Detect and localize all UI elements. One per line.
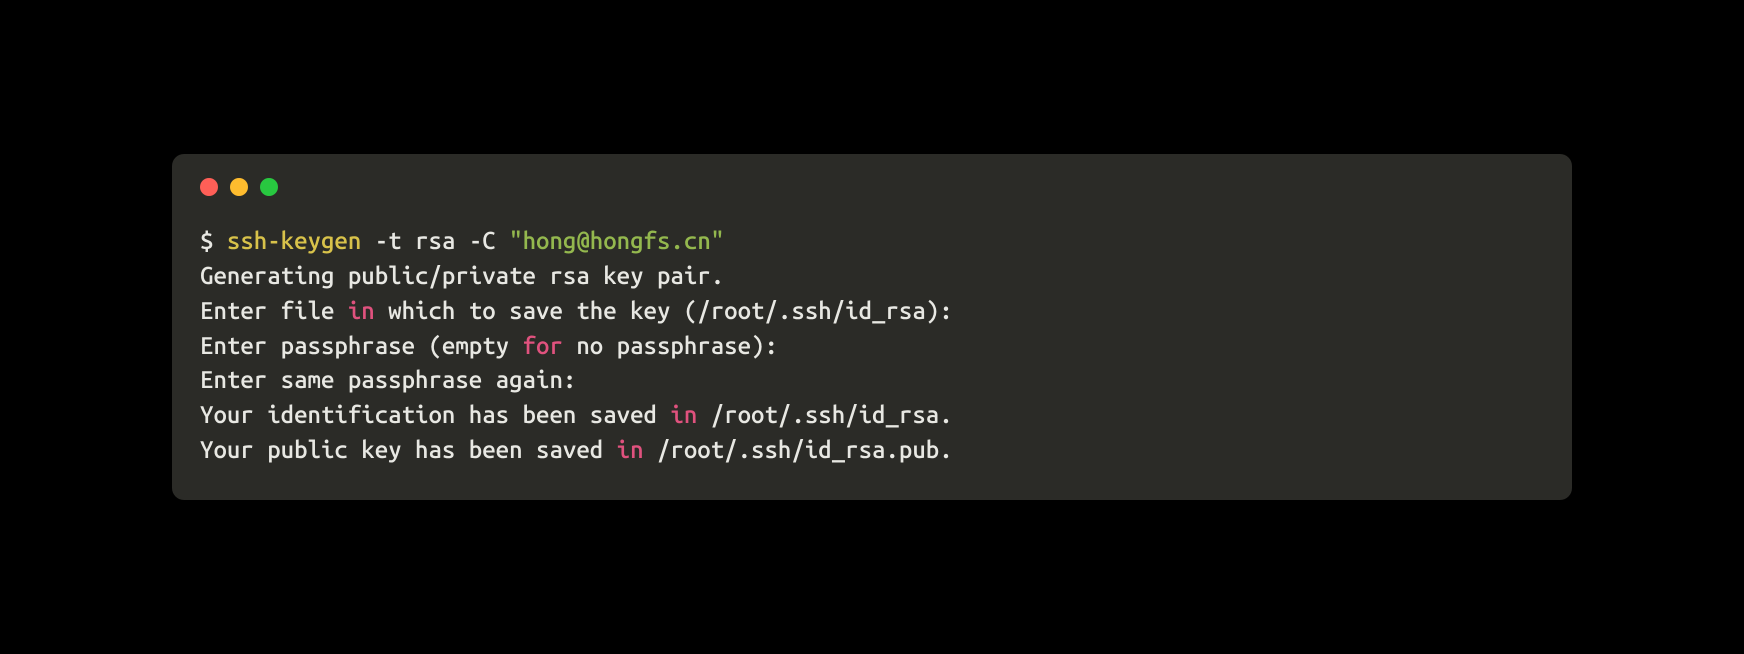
minimize-icon[interactable] xyxy=(230,178,248,196)
output-line: Enter same passphrase again: xyxy=(200,363,1544,398)
terminal-window: $ ssh-keygen -t rsa -C "hong@hongfs.cn"G… xyxy=(172,154,1572,500)
command-name: ssh-keygen xyxy=(227,227,361,254)
keyword-for: for xyxy=(523,332,563,359)
terminal-body[interactable]: $ ssh-keygen -t rsa -C "hong@hongfs.cn"G… xyxy=(200,224,1544,468)
output-line: Your public key has been saved in /root/… xyxy=(200,433,1544,468)
close-icon[interactable] xyxy=(200,178,218,196)
output-line: Enter file in which to save the key (/ro… xyxy=(200,294,1544,329)
output-line: Generating public/private rsa key pair. xyxy=(200,259,1544,294)
command-string: "hong@hongfs.cn" xyxy=(509,227,724,254)
output-line: Enter passphrase (empty for no passphras… xyxy=(200,329,1544,364)
window-controls xyxy=(200,178,1544,196)
command-flag: -t xyxy=(361,227,415,254)
command-flag: -C xyxy=(455,227,509,254)
command-arg: rsa xyxy=(415,227,455,254)
maximize-icon[interactable] xyxy=(260,178,278,196)
keyword-in: in xyxy=(348,297,375,324)
output-line: Your identification has been saved in /r… xyxy=(200,398,1544,433)
command-line: $ ssh-keygen -t rsa -C "hong@hongfs.cn" xyxy=(200,224,1544,259)
shell-prompt: $ xyxy=(200,227,227,254)
keyword-in: in xyxy=(670,401,697,428)
keyword-in: in xyxy=(617,436,644,463)
